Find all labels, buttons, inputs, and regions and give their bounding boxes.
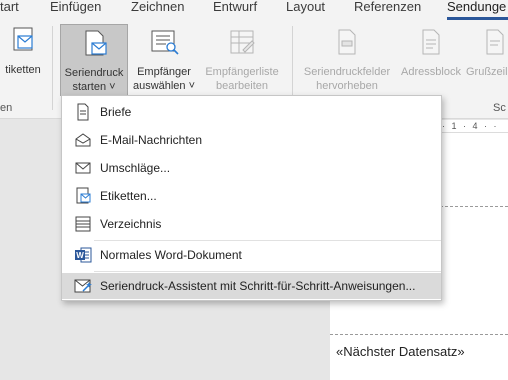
start-mail-merge-button[interactable]: Seriendruck starten ˅	[60, 24, 128, 96]
labels-icon	[0, 26, 46, 60]
word-document-icon: W	[74, 246, 92, 264]
edit-recipient-list-button[interactable]: Empfängerliste bearbeiten	[199, 28, 285, 96]
highlight-merge-fields-label-1: Seriendruckfelder	[303, 66, 391, 78]
select-recipients-icon	[130, 28, 198, 62]
menu-item-briefe[interactable]: Briefe	[62, 99, 441, 125]
menu-item-verzeichnis[interactable]: Verzeichnis	[62, 211, 441, 237]
label-icon	[74, 187, 92, 205]
mail-merge-wizard-icon	[74, 277, 92, 295]
menu-item-umschlaege[interactable]: Umschläge...	[62, 155, 441, 181]
menu-item-label: Seriendruck-Assistent mit Schritt-für-Sc…	[100, 279, 416, 293]
highlight-merge-fields-label-2: hervorheben	[316, 80, 378, 92]
select-recipients-label-2: auswählen ˅	[132, 80, 196, 92]
labels-label: tiketten	[5, 64, 41, 76]
greeting-line-label: Grußzeil	[466, 66, 508, 78]
menu-item-normales-word-dokument[interactable]: W Normales Word-Dokument	[62, 242, 441, 268]
address-block-label: Adressblock	[401, 66, 461, 78]
select-recipients-label-1: Empfänger	[137, 66, 191, 78]
envelope-icon	[74, 159, 92, 177]
group-label-right: Sc	[493, 102, 506, 114]
edit-recipient-list-label-2: bearbeiten	[216, 80, 268, 92]
menu-separator	[94, 271, 441, 272]
address-block-icon	[397, 28, 465, 62]
directory-icon	[74, 215, 92, 233]
tab-entwurf[interactable]: Entwurf	[213, 0, 257, 20]
start-mail-merge-label-2: starten ˅	[72, 81, 116, 93]
menu-item-label: Normales Word-Dokument	[100, 248, 242, 262]
tab-layout[interactable]: Layout	[286, 0, 325, 20]
ribbon-separator	[52, 26, 53, 110]
menu-item-label: Etiketten...	[100, 189, 157, 203]
menu-item-label: E-Mail-Nachrichten	[100, 133, 203, 147]
email-envelope-icon	[74, 131, 92, 149]
menu-item-email[interactable]: E-Mail-Nachrichten	[62, 127, 441, 153]
page-divider-dashed	[330, 334, 508, 335]
tab-referenzen[interactable]: Referenzen	[354, 0, 421, 20]
edit-recipient-list-label-1: Empfängerliste	[205, 66, 279, 78]
tab-start[interactable]: tart	[0, 0, 19, 20]
menu-item-label: Umschläge...	[100, 161, 171, 175]
highlight-merge-fields-icon	[298, 28, 396, 62]
edit-recipient-list-icon	[199, 28, 285, 62]
letter-icon	[74, 103, 92, 121]
next-record-field: «Nächster Datensatz»	[336, 344, 465, 359]
menu-item-label: Verzeichnis	[100, 217, 162, 231]
address-block-button[interactable]: Adressblock	[397, 28, 465, 96]
greeting-line-button[interactable]: Grußzeil	[466, 28, 508, 96]
highlight-merge-fields-button[interactable]: Seriendruckfelder hervorheben	[298, 28, 396, 96]
menu-item-etiketten[interactable]: Etiketten...	[62, 183, 441, 209]
group-label-left: en	[0, 102, 13, 114]
tab-zeichnen[interactable]: Zeichnen	[131, 0, 184, 20]
tab-einfuegen[interactable]: Einfügen	[50, 0, 101, 20]
menu-separator	[94, 240, 441, 241]
labels-button[interactable]: tiketten	[0, 26, 46, 82]
start-mail-merge-icon	[61, 29, 127, 63]
start-mail-merge-label-1: Seriendruck	[64, 67, 124, 79]
greeting-line-icon	[480, 28, 508, 62]
menu-item-label: Briefe	[100, 105, 132, 119]
svg-text:W: W	[76, 251, 84, 260]
ribbon-tabs: tart Einfügen Zeichnen Entwurf Layout Re…	[0, 0, 508, 20]
select-recipients-button[interactable]: Empfänger auswählen ˅	[130, 28, 198, 96]
menu-item-seriendruck-assistent[interactable]: Seriendruck-Assistent mit Schritt-für-Sc…	[62, 273, 441, 299]
start-mail-merge-menu: Briefe E-Mail-Nachrichten Umschläge... E…	[61, 95, 442, 301]
